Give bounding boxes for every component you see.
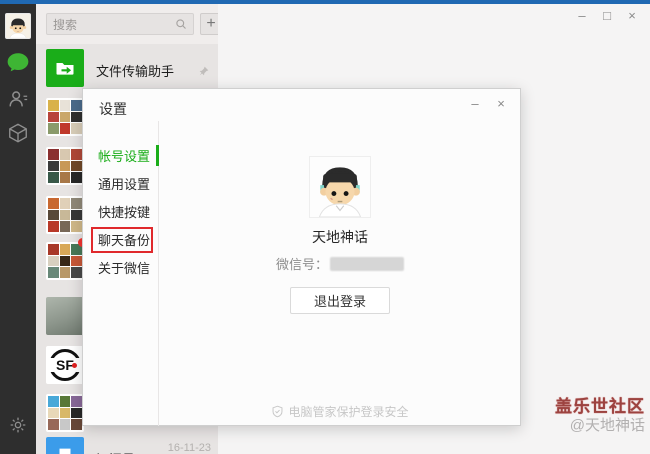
avatar-cartoon [310, 157, 370, 217]
contacts-icon[interactable] [0, 88, 36, 115]
search-placeholder: 搜索 [53, 17, 78, 32]
security-footer-text: 电脑管家保护登录安全 [288, 405, 409, 419]
profile-avatar [309, 156, 371, 218]
chat-row-time: 16-11-23 [167, 442, 211, 454]
chat-row-label: 订阅号 [96, 449, 135, 454]
wechat-window: 搜索 + 文件传输助手 SF 16-11-23 – □ × 设置 – × 帐号设… [0, 0, 650, 454]
search-input[interactable]: 搜索 [46, 13, 194, 35]
menu-item-about-wechat[interactable]: 关于微信 [83, 259, 158, 287]
window-close-button[interactable]: × [624, 8, 640, 23]
group-avatar [46, 98, 84, 136]
shield-icon [273, 405, 283, 418]
dialog-close-button[interactable]: × [494, 96, 508, 111]
file-transfer-icon [46, 49, 84, 87]
chat-row-subscriptions[interactable]: 订阅号 16-11-23 [36, 432, 218, 454]
watermark-title: 盖乐世社区 [555, 397, 645, 416]
dialog-title: 设置 [99, 101, 127, 117]
menu-item-general-settings[interactable]: 通用设置 [83, 175, 158, 203]
collections-cube-icon[interactable] [0, 122, 36, 149]
user-avatar-small[interactable] [5, 13, 31, 39]
wechat-id-redacted [330, 256, 404, 271]
security-footer: 电脑管家保护登录安全 [158, 403, 522, 420]
search-icon [176, 19, 186, 29]
window-minimize-button[interactable]: – [574, 8, 590, 23]
logout-button[interactable]: 退出登录 [290, 287, 390, 314]
photo-avatar [46, 297, 84, 335]
group-avatar [46, 196, 84, 234]
dialog-controls: – × [468, 96, 508, 111]
chat-row-file-transfer[interactable]: 文件传输助手 [36, 44, 218, 93]
wechat-id-label: 微信号： [275, 257, 328, 272]
settings-dialog: 设置 – × 帐号设置 通用设置 快捷按键 聊天备份 关于微信 天地神话 微信号… [82, 88, 521, 426]
account-profile-panel: 天地神话 微信号： 退出登录 电脑管家保护登录安全 [158, 121, 522, 427]
avatar-cartoon-small [6, 14, 30, 38]
nav-rail [0, 4, 36, 454]
search-strip: 搜索 + [36, 4, 222, 44]
window-controls: – □ × [574, 8, 640, 23]
group-avatar [46, 394, 84, 432]
dialog-minimize-button[interactable]: – [468, 96, 482, 111]
watermark: 盖乐世社区 @天地神话 [555, 397, 645, 435]
profile-name: 天地神话 [312, 229, 368, 245]
group-avatar [46, 242, 84, 280]
sf-red-dot [72, 363, 77, 368]
group-avatar [46, 147, 84, 185]
watermark-subtitle: @天地神话 [569, 417, 645, 435]
window-maximize-button[interactable]: □ [599, 8, 615, 23]
annotation-highlight-box [91, 227, 153, 253]
sf-express-logo: SF [46, 346, 84, 384]
pinned-icon [199, 66, 209, 76]
subscriptions-icon [46, 437, 84, 454]
chat-row-label: 文件传输助手 [96, 64, 175, 79]
menu-item-account-settings[interactable]: 帐号设置 [83, 147, 158, 175]
chats-icon[interactable] [0, 52, 36, 79]
settings-gear-icon[interactable] [0, 415, 36, 440]
wechat-id-row: 微信号： [158, 254, 522, 273]
settings-menu: 帐号设置 通用设置 快捷按键 聊天备份 关于微信 [83, 147, 158, 287]
